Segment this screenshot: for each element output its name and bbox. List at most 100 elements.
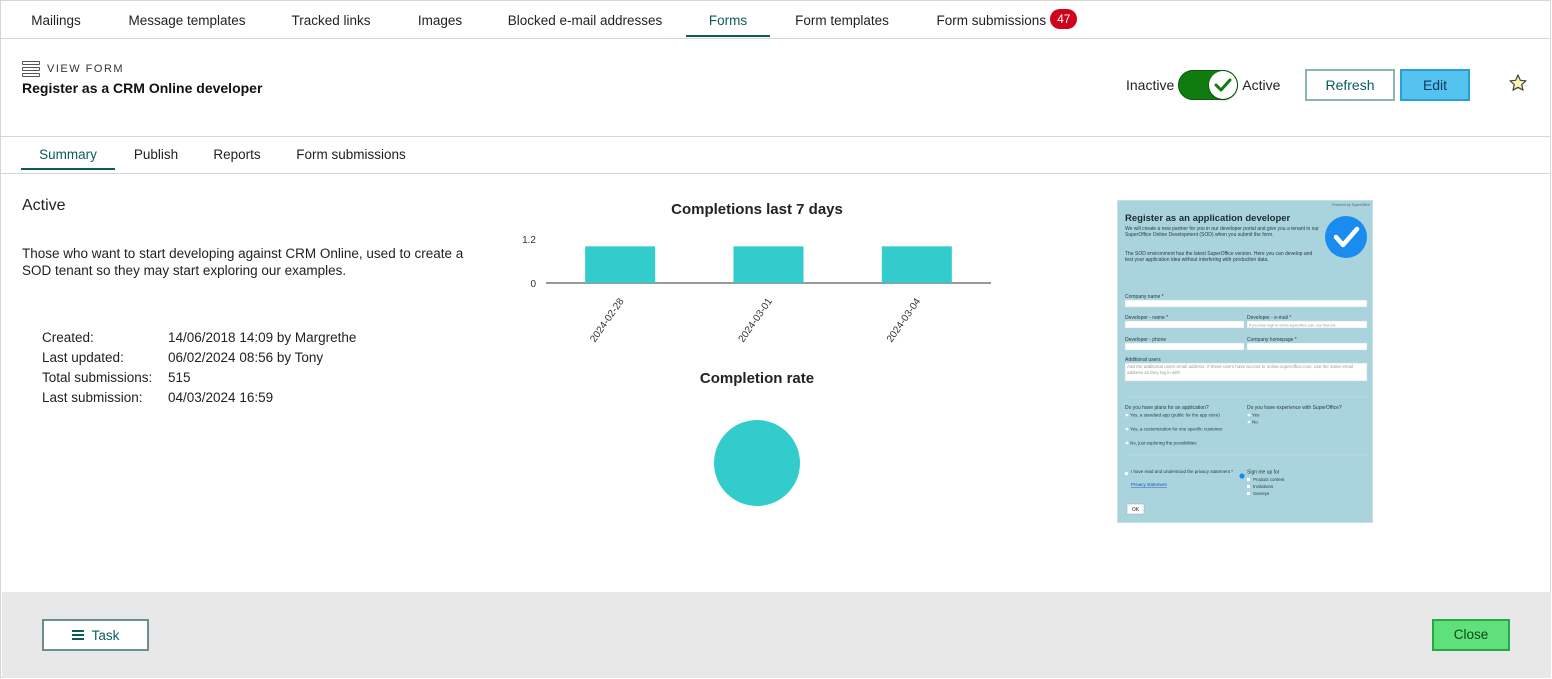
preview-ok-label: OK (1132, 507, 1140, 513)
preview-signup-option: Product content (1253, 477, 1285, 482)
preview-input-dev-name (1124, 320, 1245, 329)
preview-label-dev-email: Developer - e-mail * (1247, 315, 1291, 321)
subtab-summary[interactable]: Summary (21, 137, 115, 170)
preview-checkbox (1247, 485, 1250, 488)
preview-exp-option: Yes (1252, 413, 1260, 418)
preview-title: Register as an application developer (1125, 213, 1291, 224)
preview-privacy-text: I have read and understood the privacy s… (1131, 469, 1234, 474)
preview-label-company: Company name * (1125, 294, 1164, 300)
inactive-label: Inactive (1126, 77, 1175, 93)
meta-row-created: Created: 14/06/2018 14:09 by Margrethe (42, 329, 356, 349)
bar (585, 246, 656, 283)
view-form-label: VIEW FORM (47, 63, 125, 75)
preview-label-additional: Additional users (1125, 357, 1161, 363)
subtab-form-submissions[interactable]: Form submissions (291, 137, 411, 170)
form-metadata: Created: 14/06/2018 14:09 by Margrethe La… (42, 329, 356, 409)
preview-checkbox (1247, 478, 1250, 481)
preview-privacy-link: Privacy statement (1131, 482, 1168, 487)
preview-intro-box: We will create a new partner for you in … (1125, 226, 1319, 238)
bar (881, 246, 952, 283)
meta-label: Total submissions: (42, 370, 153, 385)
preview-plans-question: Do you have plans for an application? (1125, 405, 1209, 411)
meta-label: Last updated: (42, 350, 124, 365)
checkmark-icon (1214, 78, 1232, 92)
pie-slice (714, 420, 800, 506)
tab-forms[interactable]: Forms (686, 1, 770, 37)
tab-blocked-email-addresses[interactable]: Blocked e-mail addresses (503, 1, 667, 37)
preview-radio (1247, 413, 1251, 417)
preview-label-homepage: Company homepage * (1247, 337, 1297, 343)
meta-row-last: Last submission: 04/03/2024 16:59 (42, 389, 356, 409)
x-tick-label: 2024-03-01 (737, 296, 776, 345)
preview-additional-ph-box: Add the additional users email address. … (1127, 364, 1353, 375)
tab-form-submissions[interactable]: Form submissions 47 (931, 1, 1083, 37)
preview-exp-option: No (1252, 420, 1258, 425)
preview-checkbox (1247, 492, 1250, 495)
preview-input-dev-phone (1124, 342, 1245, 351)
preview-privacy-box: I have read and understood the privacy s… (1131, 469, 1234, 474)
preview-signup-label: Sign me up for (1247, 470, 1280, 476)
tab-message-templates[interactable]: Message templates (123, 1, 251, 37)
x-tick-label: 2024-03-04 (885, 296, 924, 345)
form-view-window: Mailings Message templates Tracked links… (0, 0, 1551, 678)
menu-icon (71, 630, 84, 640)
bar (733, 246, 804, 283)
preview-checkbox (1125, 472, 1128, 475)
preview-check-badge (1325, 216, 1367, 258)
form-preview-thumbnail[interactable]: Powered by SuperOffice Register as an ap… (1117, 200, 1373, 523)
preview-radio (1125, 413, 1129, 417)
form-list-icon (22, 61, 40, 77)
favorite-star-icon[interactable] (1508, 73, 1528, 93)
toggle-knob (1209, 71, 1238, 99)
meta-row-total: Total submissions: 515 (42, 369, 356, 389)
active-toggle[interactable] (1178, 70, 1239, 100)
task-button[interactable]: Task (42, 619, 149, 651)
preview-powered-by: Powered by SuperOffice (1332, 203, 1370, 207)
page-title: Register as a CRM Online developer (22, 80, 263, 96)
preview-intro2-box: The SOD environment has the latest Super… (1125, 251, 1312, 263)
preview-email-placeholder: If you have login to online.superoffice.… (1249, 324, 1336, 328)
x-tick-label: 2024-02-28 (588, 296, 627, 345)
preview-plan-option: Yes, a customization for one specific cu… (1130, 427, 1223, 432)
meta-value: 14/06/2018 14:09 by Margrethe (168, 330, 357, 345)
preview-input-homepage (1246, 342, 1368, 351)
tab-images[interactable]: Images (411, 1, 469, 37)
close-button[interactable]: Close (1432, 619, 1510, 651)
tab-form-templates[interactable]: Form templates (788, 1, 896, 37)
submissions-count-badge: 47 (1050, 9, 1078, 29)
pie-chart-title: Completion rate (699, 370, 815, 387)
tab-tracked-links[interactable]: Tracked links (286, 1, 376, 37)
meta-value: 515 (168, 370, 191, 385)
preview-label-dev-phone: Developer - phone (1125, 337, 1166, 343)
edit-button[interactable]: Edit (1400, 69, 1470, 101)
subtab-publish[interactable]: Publish (126, 137, 186, 170)
y-tick-label: 1.2 (522, 235, 536, 246)
tab-mailings[interactable]: Mailings (23, 1, 89, 37)
view-form-label-row: VIEW FORM (22, 61, 124, 77)
bar-chart-title: Completions last 7 days (671, 201, 843, 218)
preview-signup-option: Surveys (1253, 491, 1270, 496)
preview-info-icon (1239, 473, 1245, 479)
active-toggle-group: Inactive Active (1126, 69, 1280, 101)
form-description: Those who want to start developing again… (22, 246, 464, 278)
completions-bar-chart: 1.2 0 2024-02-28 2024-03-01 2024-03-04 (522, 235, 991, 345)
meta-label: Created: (42, 330, 94, 345)
completion-rate-pie-chart (714, 420, 800, 506)
preview-input-company (1124, 299, 1368, 308)
preview-label-dev-name: Developer - name * (1125, 315, 1168, 321)
subtab-reports[interactable]: Reports (207, 137, 267, 170)
preview-experience-question: Do you have experience with SuperOffice? (1247, 405, 1342, 411)
form-preview-image: Powered by SuperOffice Register as an ap… (1124, 203, 1370, 515)
meta-row-updated: Last updated: 06/02/2024 08:56 by Tony (42, 349, 356, 369)
y-tick-label: 0 (530, 279, 536, 290)
meta-value: 06/02/2024 08:56 by Tony (168, 350, 324, 365)
preview-plan-option: No, just exploring the possibilities (1130, 441, 1197, 446)
form-status: Active (22, 197, 66, 214)
preview-plan-option: Yes, a standard app (public for the app … (1130, 413, 1220, 418)
footer-bar: Task Close (2, 592, 1551, 678)
meta-value: 04/03/2024 16:59 (168, 390, 274, 405)
tab-form-submissions-label: Form submissions (936, 13, 1047, 28)
top-navigation: Mailings Message templates Tracked links… (1, 1, 1550, 39)
preview-radio (1125, 441, 1129, 445)
refresh-button[interactable]: Refresh (1305, 69, 1395, 101)
